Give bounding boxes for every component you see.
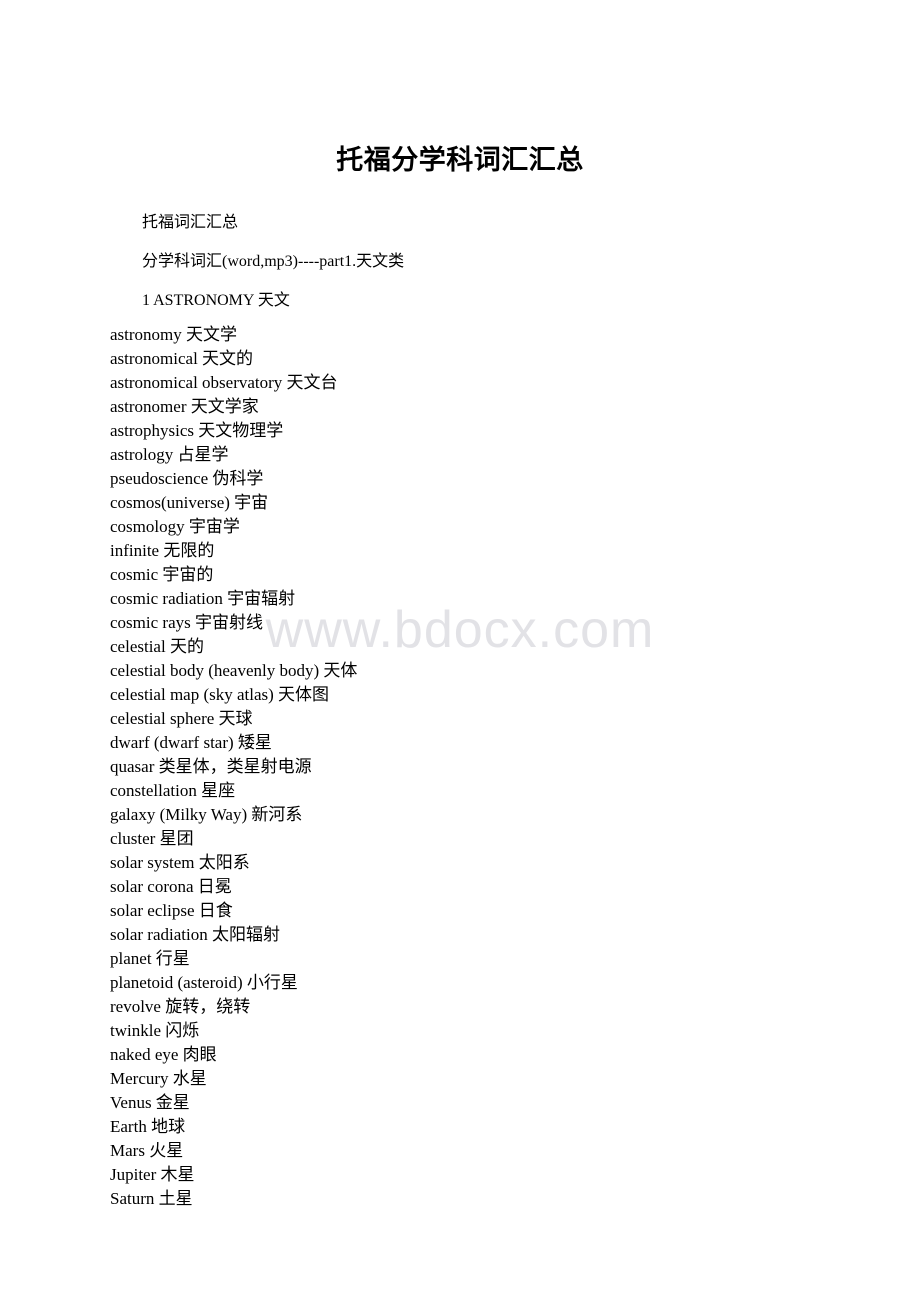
document-content: 托福分学科词汇汇总 托福词汇汇总 分学科词汇(word,mp3)----part… xyxy=(0,0,920,1211)
vocabulary-list: astronomy 天文学 astronomical 天文的 astronomi… xyxy=(0,320,920,1211)
list-item: Mars 火星 xyxy=(110,1141,184,1160)
intro-block: 托福词汇汇总 分学科词汇(word,mp3)----part1.天文类 1 AS… xyxy=(0,177,920,320)
list-item: celestial sphere 天球 xyxy=(110,709,253,728)
list-item: astronomy 天文学 xyxy=(110,325,238,344)
list-item: Mercury 水星 xyxy=(110,1069,207,1088)
intro-line-2: 分学科词汇(word,mp3)----part1.天文类 xyxy=(142,253,405,270)
list-item: celestial body (heavenly body) 天体 xyxy=(110,661,358,680)
list-item: astronomical 天文的 xyxy=(110,349,254,368)
list-item: cosmic rays 宇宙射线 xyxy=(110,613,263,632)
list-item: cosmos(universe) 宇宙 xyxy=(110,493,269,512)
list-item: Venus 金星 xyxy=(110,1093,190,1112)
list-item: astrophysics 天文物理学 xyxy=(110,421,284,440)
list-item: celestial 天的 xyxy=(110,637,204,656)
list-item: celestial map (sky atlas) 天体图 xyxy=(110,685,330,704)
list-item: Jupiter 木星 xyxy=(110,1165,195,1184)
list-item: solar eclipse 日食 xyxy=(110,901,233,920)
list-item: naked eye 肉眼 xyxy=(110,1045,217,1064)
list-item: astrology 占星学 xyxy=(110,445,229,464)
intro-line-1: 托福词汇汇总 xyxy=(142,214,239,231)
list-item: pseudoscience 伪科学 xyxy=(110,469,264,488)
list-item: solar system 太阳系 xyxy=(110,853,250,872)
list-item: dwarf (dwarf star) 矮星 xyxy=(110,733,272,752)
list-item: planetoid (asteroid) 小行星 xyxy=(110,973,298,992)
list-item: solar radiation 太阳辐射 xyxy=(110,925,280,944)
list-item: constellation 星座 xyxy=(110,781,236,800)
list-item: galaxy (Milky Way) 新河系 xyxy=(110,805,303,824)
list-item: quasar 类星体，类星射电源 xyxy=(110,757,312,776)
page-title: 托福分学科词汇汇总 xyxy=(336,145,584,175)
list-item: astronomical observatory 天文台 xyxy=(110,373,338,392)
list-item: cluster 星团 xyxy=(110,829,194,848)
list-item: revolve 旋转，绕转 xyxy=(110,997,251,1016)
list-item: cosmic radiation 宇宙辐射 xyxy=(110,589,296,608)
list-item: planet 行星 xyxy=(110,949,190,968)
list-item: twinkle 闪烁 xyxy=(110,1021,200,1040)
list-item: cosmology 宇宙学 xyxy=(110,517,240,536)
intro-line-3: 1 ASTRONOMY 天文 xyxy=(142,292,290,309)
list-item: infinite 无限的 xyxy=(110,541,215,560)
list-item: cosmic 宇宙的 xyxy=(110,565,214,584)
list-item: Saturn 土星 xyxy=(110,1189,193,1208)
list-item: solar corona 日冕 xyxy=(110,877,232,896)
document-page: www.bdocx.com 托福分学科词汇汇总 托福词汇汇总 分学科词汇(wor… xyxy=(0,0,920,1302)
list-item: astronomer 天文学家 xyxy=(110,397,259,416)
list-item: Earth 地球 xyxy=(110,1117,186,1136)
